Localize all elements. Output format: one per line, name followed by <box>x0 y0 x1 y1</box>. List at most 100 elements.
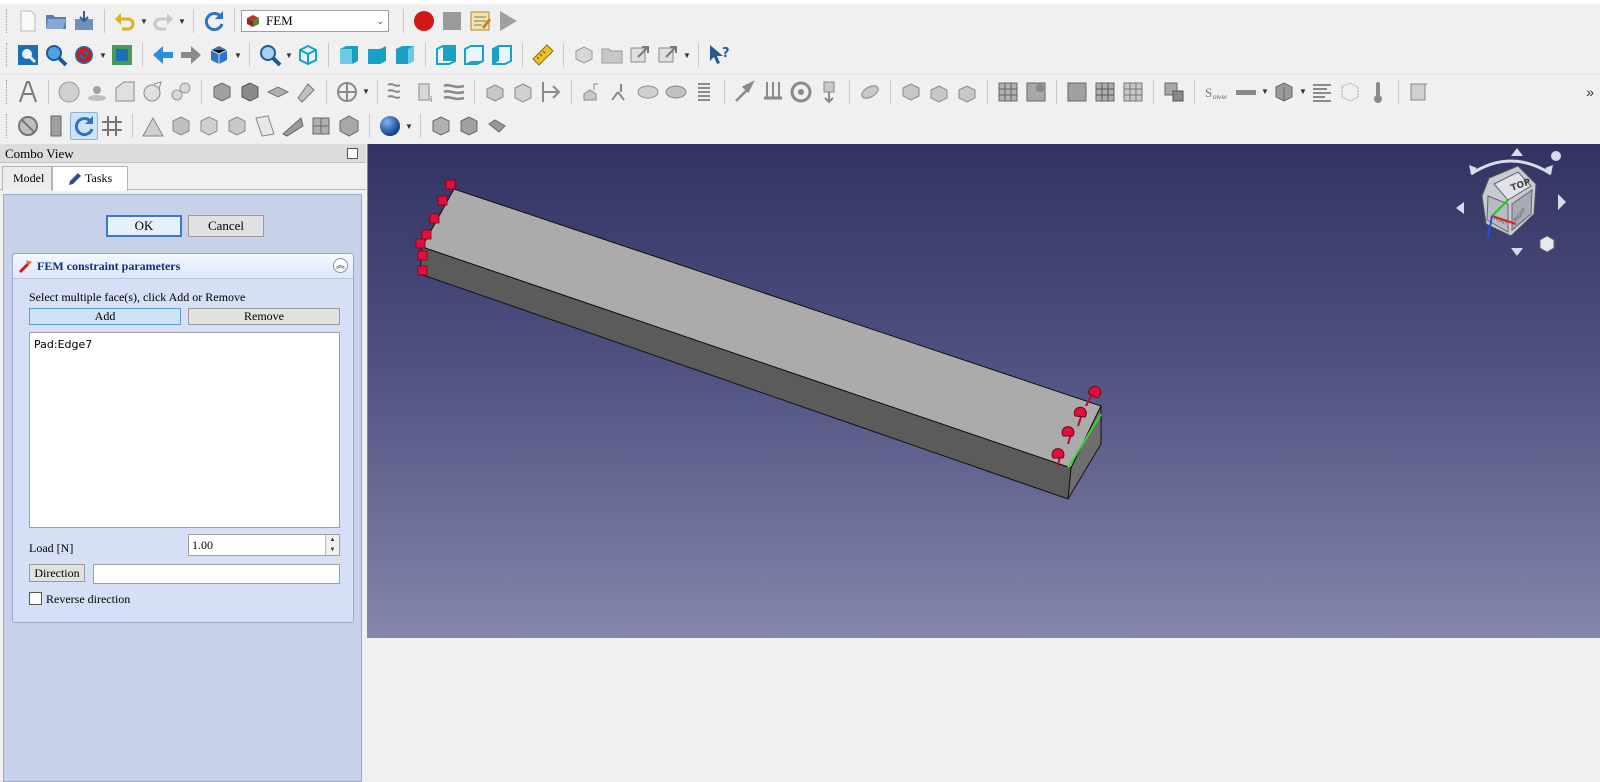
cross-section-button[interactable] <box>42 112 70 140</box>
force-constraint-button[interactable] <box>731 78 759 106</box>
material-nonlinear-button[interactable] <box>264 78 292 106</box>
chevron-down-icon[interactable]: ▼ <box>233 41 243 69</box>
revolution-button[interactable] <box>223 112 251 140</box>
make-link-button[interactable] <box>626 41 654 69</box>
pad-button[interactable] <box>167 112 195 140</box>
node-button[interactable] <box>83 78 111 106</box>
arrow-up-icon[interactable] <box>1511 148 1523 156</box>
fixed-constraint-button[interactable] <box>481 78 509 106</box>
fem-mesh-from-shape-button[interactable] <box>1160 78 1188 106</box>
displacement-constraint-button[interactable] <box>509 78 537 106</box>
tab-tasks[interactable]: Tasks <box>52 166 128 191</box>
beam-section-button[interactable] <box>1232 78 1260 106</box>
shell-thickness-button[interactable] <box>1270 78 1298 106</box>
spin-buttons[interactable]: ▲ ▼ <box>325 535 339 555</box>
planar-constraint-button[interactable] <box>662 78 690 106</box>
right-view-button[interactable] <box>391 41 419 69</box>
material-reinforced-button[interactable] <box>292 78 320 106</box>
add-button[interactable]: Add <box>29 308 181 325</box>
refresh-button[interactable] <box>200 7 228 35</box>
create-part-button[interactable] <box>570 41 598 69</box>
chevron-down-icon[interactable]: ▼ <box>361 78 371 106</box>
shape-string-button[interactable] <box>14 78 42 106</box>
mesh-netgen-button[interactable] <box>994 78 1022 106</box>
toolbar-overflow-button[interactable]: » <box>1586 84 1594 100</box>
constraint-parameters-header[interactable]: FEM constraint parameters ︽ <box>13 254 353 279</box>
material-fluid-button[interactable] <box>236 78 264 106</box>
forward-button[interactable] <box>177 41 205 69</box>
selfweight-constraint-button[interactable] <box>815 78 843 106</box>
edit-macro-button[interactable] <box>466 7 494 35</box>
element-fluid-button[interactable] <box>139 78 167 106</box>
section-print-button[interactable] <box>384 78 412 106</box>
fit-all-button[interactable] <box>14 41 42 69</box>
float-panel-button[interactable] <box>347 148 358 159</box>
material-solid-button[interactable] <box>208 78 236 106</box>
clipping-plane-button[interactable] <box>14 112 42 140</box>
constraint-menu-button[interactable] <box>333 78 361 106</box>
menu-dot-icon[interactable] <box>1551 151 1561 161</box>
chevron-down-icon[interactable]: ▼ <box>98 41 108 69</box>
measure-distance-button[interactable] <box>529 41 557 69</box>
new-document-button[interactable] <box>14 7 42 35</box>
cancel-button[interactable]: Cancel <box>188 215 264 237</box>
back-button[interactable] <box>149 41 177 69</box>
body-heat-source-button[interactable] <box>953 78 981 106</box>
material-appearance-button[interactable] <box>376 112 404 140</box>
view-box-button[interactable] <box>427 112 455 140</box>
navigation-cube[interactable]: TOP FRONT RIGHT <box>1456 148 1566 256</box>
post-cut-button[interactable] <box>307 112 335 140</box>
mesh-region-button[interactable] <box>1091 78 1119 106</box>
view-menu-cube-icon[interactable] <box>1539 235 1555 253</box>
chevron-down-icon[interactable]: ▼ <box>284 41 294 69</box>
temperature-constraint-button[interactable] <box>925 78 953 106</box>
coil-constraint-button[interactable] <box>690 78 718 106</box>
draw-style-button[interactable] <box>70 41 98 69</box>
remove-button[interactable]: Remove <box>188 308 340 325</box>
direction-field[interactable] <box>93 564 340 584</box>
open-button[interactable] <box>42 7 70 35</box>
link-actions-button[interactable] <box>654 41 682 69</box>
run-macro-button[interactable] <box>494 7 522 35</box>
isometric-view-button[interactable] <box>294 41 322 69</box>
bounding-box-button[interactable] <box>108 41 136 69</box>
view-toggle-button[interactable] <box>483 112 511 140</box>
element-geometry-button[interactable] <box>111 78 139 106</box>
arrow-left-icon[interactable] <box>1456 202 1464 214</box>
auto-recompute-button[interactable] <box>70 112 98 140</box>
fit-selection-button[interactable] <box>42 41 70 69</box>
sheet-button[interactable] <box>251 112 279 140</box>
chevron-down-icon[interactable]: ▼ <box>1298 78 1308 106</box>
sphere-button[interactable] <box>55 78 83 106</box>
beam-top-face[interactable] <box>421 188 1102 469</box>
post-clip-button[interactable] <box>279 112 307 140</box>
toolbar-grip[interactable] <box>6 9 9 33</box>
pressure-constraint-button[interactable] <box>759 78 787 106</box>
top-view-button[interactable] <box>363 41 391 69</box>
chevron-down-icon[interactable]: ▼ <box>139 7 149 35</box>
stop-macro-button[interactable] <box>438 7 466 35</box>
grid-button[interactable] <box>98 112 126 140</box>
redo-button[interactable] <box>149 7 177 35</box>
std-views-button[interactable] <box>205 41 233 69</box>
3d-view[interactable]: TOP FRONT RIGHT <box>367 144 1600 638</box>
chevron-down-icon[interactable]: ▼ <box>1260 78 1270 106</box>
collapse-icon[interactable]: ︽ <box>333 258 348 273</box>
heatflux-constraint-button[interactable] <box>897 78 925 106</box>
references-list[interactable]: Pad:Edge7 <box>29 332 340 528</box>
arrow-down-icon[interactable] <box>1511 248 1523 256</box>
list-item[interactable]: Pad:Edge7 <box>34 338 92 351</box>
whats-this-button[interactable]: ? <box>705 41 733 69</box>
result-mechanical-button[interactable] <box>1308 78 1336 106</box>
ok-button[interactable]: OK <box>106 215 182 237</box>
chevron-down-icon[interactable]: ▼ <box>177 7 187 35</box>
temperature-result-button[interactable] <box>1364 78 1392 106</box>
arrow-right-icon[interactable] <box>1558 194 1566 210</box>
bottom-view-button[interactable] <box>460 41 488 69</box>
left-view-button[interactable] <box>488 41 516 69</box>
toolbar-grip[interactable] <box>6 43 9 67</box>
mesh-boundary-layer-button[interactable] <box>1063 78 1091 106</box>
view-box-2-button[interactable] <box>455 112 483 140</box>
toolbar-grip[interactable] <box>6 79 9 104</box>
zoom-button[interactable] <box>256 41 284 69</box>
